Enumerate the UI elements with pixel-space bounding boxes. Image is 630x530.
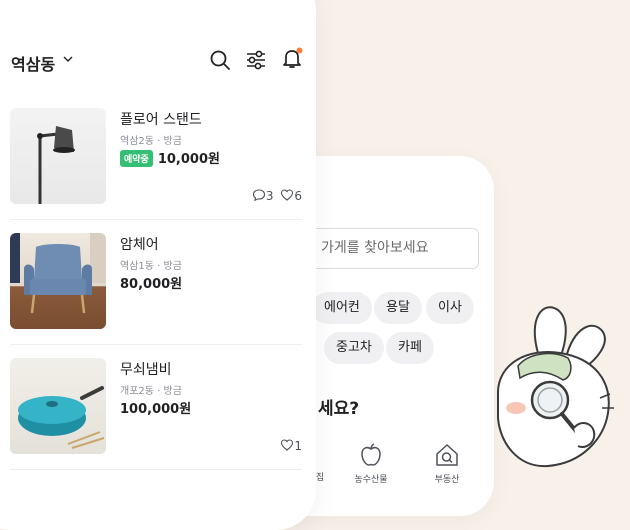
reserved-badge: 예약중 <box>120 150 153 167</box>
listing-price: 100,000원 <box>120 402 192 417</box>
chip-cafe[interactable]: 카페 <box>386 332 434 364</box>
category-label: 집 <box>315 473 325 483</box>
chip-delivery[interactable]: 용달 <box>374 292 422 324</box>
like-count: 1 <box>294 439 302 453</box>
search-house-icon <box>436 444 458 466</box>
notification-dot <box>296 47 303 54</box>
listing-price: 10,000원 <box>157 152 220 167</box>
rabbit-mascot-illustration <box>497 306 614 468</box>
category-produce[interactable]: 농수산물 <box>341 442 401 485</box>
section-heading: 세요? <box>318 399 360 419</box>
listing-item[interactable]: 무쇠냄비 개포2동 · 방금 100,000원 1 <box>10 358 302 483</box>
listing-item[interactable]: 암체어 역삼1동 · 방금 80,000원 <box>10 233 302 358</box>
like-count: 6 <box>294 189 302 203</box>
divider <box>10 469 302 470</box>
listing-meta: 개포2동 · 방금 <box>120 386 182 397</box>
heart-icon <box>281 439 294 451</box>
category-label: 부동산 <box>434 475 460 485</box>
filter-icon[interactable] <box>245 49 267 71</box>
listing-title: 플로어 스탠드 <box>120 112 202 128</box>
category-label: 농수산물 <box>354 475 388 485</box>
chat-bubble-icon <box>252 189 265 202</box>
divider <box>10 344 302 345</box>
apple-icon <box>361 443 381 466</box>
bell-icon[interactable] <box>280 46 304 70</box>
listing-meta: 역삼2동 · 방금 <box>120 136 182 147</box>
heart-icon <box>281 189 294 201</box>
floor-lamp-photo <box>10 108 106 204</box>
search-icon[interactable] <box>209 49 231 71</box>
listing-title: 암체어 <box>120 237 159 253</box>
listing-meta: 역삼1동 · 방금 <box>120 261 182 272</box>
listing-stats: 1 <box>280 438 302 453</box>
cast-iron-pot-photo <box>10 358 106 454</box>
listing-item[interactable]: 플로어 스탠드 역삼2동 · 방금 예약중 10,000원 3 6 <box>10 108 302 233</box>
listing-price: 80,000원 <box>120 277 183 292</box>
chip-aircon[interactable]: 에어컨 <box>312 292 372 324</box>
chip-used-car[interactable]: 중고차 <box>324 332 384 364</box>
listing-stats: 3 6 <box>252 188 302 203</box>
home-feed-screen: 역삼동 플로어 스탠드 역삼2동 · 방금 예약중 10,000원 3 6 암체… <box>0 0 316 530</box>
chevron-down-icon[interactable] <box>62 53 74 65</box>
chip-moving[interactable]: 이사 <box>426 292 474 324</box>
comment-count: 3 <box>265 189 274 203</box>
divider <box>10 219 302 220</box>
listing-price-row: 예약중 10,000원 <box>120 148 220 167</box>
location-selector[interactable]: 역삼동 <box>11 51 55 75</box>
armchair-photo <box>10 233 106 329</box>
listing-title: 무쇠냄비 <box>120 362 172 378</box>
category-realestate[interactable]: 부동산 <box>417 442 477 485</box>
